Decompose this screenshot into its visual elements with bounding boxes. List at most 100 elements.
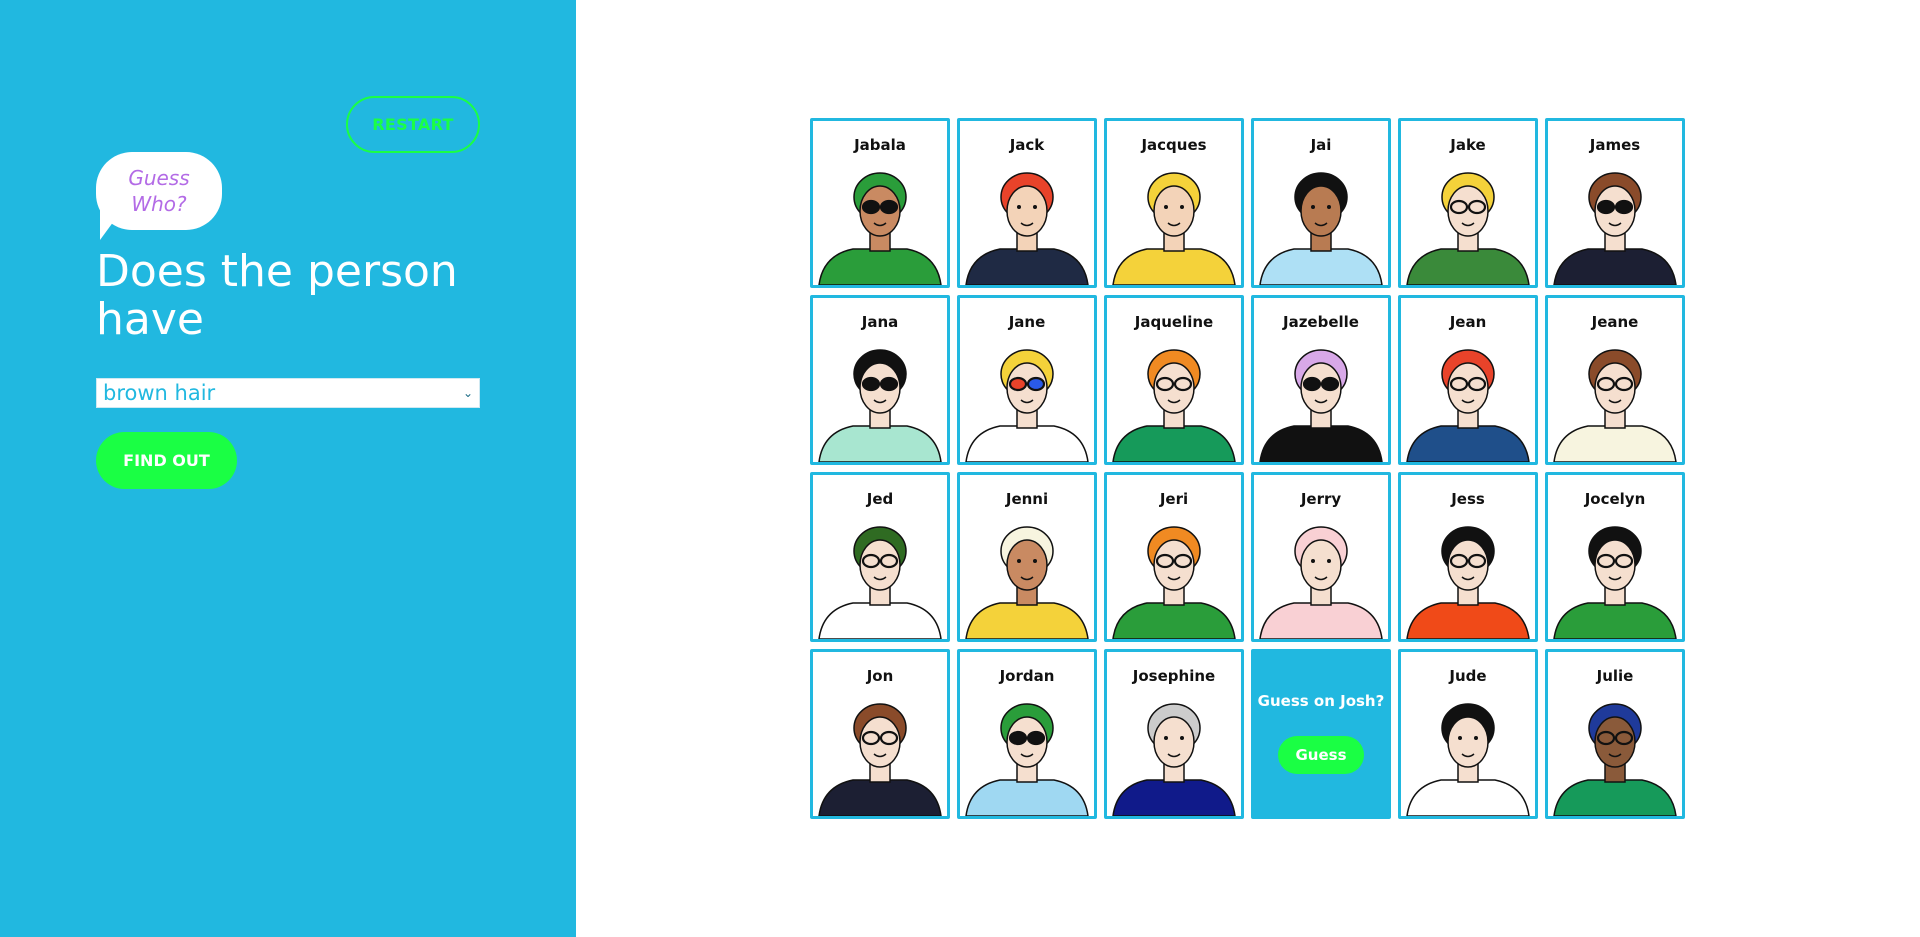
eye [1311,205,1315,209]
character-shirt [818,779,942,816]
chevron-down-icon: ⌄ [462,386,473,400]
character-shirt [1112,779,1236,816]
character-portrait [818,703,942,816]
character-name: Jess [1451,490,1485,508]
character-portrait [1112,349,1236,462]
character-name: Jude [1449,667,1487,685]
glasses-lens [1008,376,1028,392]
character-card[interactable]: Jess [1398,472,1538,642]
character-shirt [1259,602,1383,639]
character-name: Jai [1310,136,1332,154]
character-shirt [1553,425,1677,462]
sidebar-panel: RESTART Guess Who? Does the person have … [0,0,576,937]
character-name: Julie [1596,667,1634,685]
character-name: Jed [866,490,894,508]
attribute-select[interactable]: brown hair ⌄ [96,378,480,408]
eye [1474,736,1478,740]
find-out-button[interactable]: FIND OUT [96,432,237,489]
character-face [1006,539,1048,591]
character-portrait [1406,172,1530,285]
restart-button[interactable]: RESTART [346,96,480,153]
character-card[interactable]: Jordan [957,649,1097,819]
character-portrait [1553,526,1677,639]
character-card[interactable]: Julie [1545,649,1685,819]
character-portrait [1259,349,1383,462]
character-face [1153,185,1195,237]
character-shirt [818,425,942,462]
character-card[interactable]: Jake [1398,118,1538,288]
character-card[interactable]: Jocelyn [1545,472,1685,642]
character-shirt [1553,602,1677,639]
character-portrait [1553,349,1677,462]
character-name: Josephine [1132,667,1216,685]
character-name: Jacques [1141,136,1207,154]
guess-card[interactable]: Guess on Josh? Guess [1251,649,1391,819]
eye [1033,559,1037,563]
character-shirt [818,248,942,285]
character-card[interactable]: Jane [957,295,1097,465]
character-name: James [1589,136,1641,154]
character-card[interactable]: Josephine [1104,649,1244,819]
character-card[interactable]: Jon [810,649,950,819]
character-card[interactable]: Jabala [810,118,950,288]
character-shirt [1406,779,1530,816]
character-card[interactable]: Jenni [957,472,1097,642]
character-shirt [1112,602,1236,639]
character-face [1300,539,1342,591]
character-card[interactable]: Jacques [1104,118,1244,288]
glasses-lens [1320,376,1340,392]
character-portrait [1112,703,1236,816]
character-card[interactable]: Jean [1398,295,1538,465]
character-shirt [1259,248,1383,285]
character-card[interactable]: Jed [810,472,950,642]
character-name: Jenni [1005,490,1049,508]
glasses-lens [1008,730,1028,746]
character-shirt [1406,248,1530,285]
character-card[interactable]: Jack [957,118,1097,288]
glasses-lens [861,199,881,215]
character-card[interactable]: Jude [1398,649,1538,819]
glasses-lens [1596,199,1616,215]
character-name: Jeane [1591,313,1639,331]
guess-button[interactable]: Guess [1278,736,1364,774]
character-shirt [1259,425,1383,462]
character-card[interactable]: Jeane [1545,295,1685,465]
character-portrait [1553,172,1677,285]
glasses-lens [1026,376,1046,392]
character-portrait [1406,703,1530,816]
character-portrait [965,349,1089,462]
character-portrait [818,172,942,285]
character-card[interactable]: Jeri [1104,472,1244,642]
character-card[interactable]: Jana [810,295,950,465]
attribute-select-value: brown hair [103,381,216,405]
character-card[interactable]: Jaqueline [1104,295,1244,465]
character-name: Jocelyn [1584,490,1646,508]
character-card[interactable]: Jazebelle [1251,295,1391,465]
character-board: Jabala Jack Jacques Jai Jake James Jana Jane Jaq… [810,118,1688,820]
character-portrait [965,526,1089,639]
character-card[interactable]: James [1545,118,1685,288]
character-shirt [818,602,942,639]
eye [1164,205,1168,209]
character-shirt [965,248,1089,285]
eye [1327,205,1331,209]
character-portrait [1259,172,1383,285]
character-shirt [1112,425,1236,462]
character-portrait [1406,526,1530,639]
character-portrait [1553,703,1677,816]
character-name: Jordan [999,667,1055,685]
glasses-lens [1614,199,1634,215]
character-shirt [1553,248,1677,285]
question-title: Does the person have [96,246,458,345]
glasses-lens [1302,376,1322,392]
character-name: Jana [861,313,899,331]
character-shirt [1553,779,1677,816]
character-card[interactable]: Jai [1251,118,1391,288]
character-face [1447,716,1489,768]
eye [1164,736,1168,740]
character-card[interactable]: Jerry [1251,472,1391,642]
glasses-lens [879,199,899,215]
eye [1311,559,1315,563]
logo-text: Guess Who? [128,166,190,216]
character-portrait [1259,526,1383,639]
